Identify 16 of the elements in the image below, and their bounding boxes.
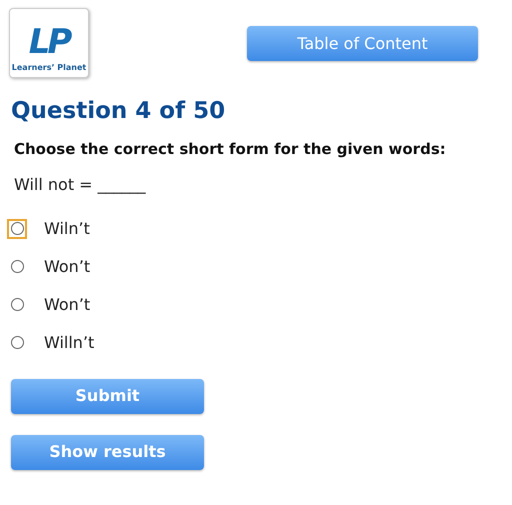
table-of-content-button[interactable]: Table of Content [247,26,478,61]
option-label: Willn’t [44,332,94,354]
option-label: Wiln’t [44,218,90,240]
question-heading: Question 4 of 50 [11,97,226,126]
submit-button[interactable]: Submit [11,378,204,414]
question-text: Will not = ______ [14,174,146,196]
logo-mark: LP [28,22,70,62]
option-label: Won’t [44,294,90,316]
radio-button[interactable] [10,222,24,235]
radio-button[interactable] [10,260,24,273]
radio-button[interactable] [10,298,24,311]
option-label: Won’t [44,256,90,278]
question-prompt: Choose the correct short form for the given words: [14,139,446,160]
show-results-button[interactable]: Show results [11,434,204,470]
radio-button[interactable] [10,336,24,349]
logo-caption: Learners’ Planet [12,62,86,74]
